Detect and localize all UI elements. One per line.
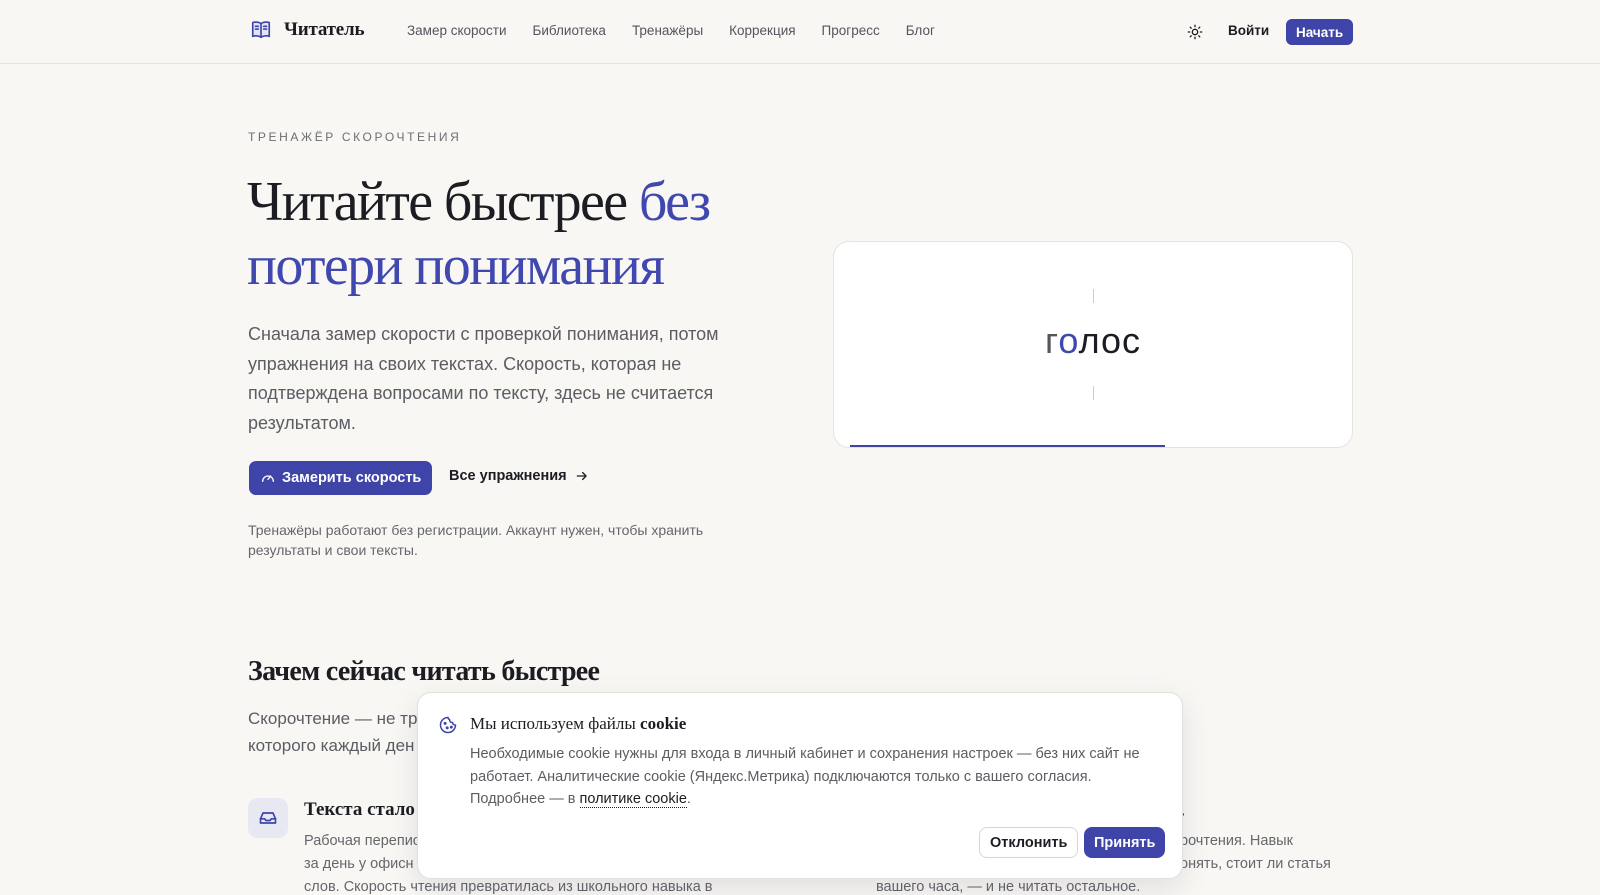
hero-lead: Сначала замер скорости с проверкой поним… (248, 324, 719, 433)
rsvp-word-post: лос (1078, 320, 1141, 361)
nav-correction[interactable]: Коррекция (729, 23, 795, 38)
rsvp-progress-fill (850, 445, 1165, 447)
focus-tick-bottom (1093, 386, 1094, 400)
book-icon (251, 21, 271, 39)
inbox-icon (259, 812, 277, 824)
nav-speed-test[interactable]: Замер скорости (407, 23, 507, 38)
focus-tick-top (1093, 289, 1094, 303)
accept-cookies-button[interactable]: Принять (1084, 827, 1166, 858)
rsvp-word-focus: о (1058, 320, 1079, 361)
measure-speed-button[interactable]: Замерить скорость (249, 461, 433, 495)
rsvp-word: голос (834, 320, 1352, 362)
start-button[interactable]: Начать (1286, 19, 1354, 45)
feature-text-line-2: за день у офисн (304, 856, 414, 872)
rsvp-reader-demo: голос (833, 241, 1353, 448)
logo[interactable]: Читатель (250, 19, 365, 41)
cookie-title-bold: cookie (640, 714, 687, 733)
rsvp-progress-bar (850, 445, 1338, 447)
site-header: Читатель Замер скорости Библиотека Трена… (0, 0, 1600, 64)
why-lead-line-2: которого каждый ден (248, 736, 415, 755)
arrow-right-icon (576, 471, 587, 481)
why-section-title: Зачем сейчас читать быстрее (248, 656, 600, 687)
cookie-text-end: . (686, 791, 691, 807)
why-lead-line-1: Скорочтение — не тр (248, 709, 418, 728)
cookie-icon (439, 716, 457, 734)
cookie-policy-link[interactable]: политике cookie (579, 791, 687, 808)
main-nav: Замер скорости Библиотека Тренажёры Корр… (407, 23, 935, 38)
sun-icon (1187, 24, 1203, 40)
logo-text: Читатель (284, 19, 365, 40)
all-exercises-link[interactable]: Все упражнения (449, 468, 589, 484)
feature-icon-box (248, 798, 288, 838)
decline-cookies-button[interactable]: Отклонить (979, 827, 1079, 858)
cookie-title: Мы используем файлы cookie (470, 714, 686, 734)
all-exercises-label: Все упражнения (449, 468, 567, 484)
cookie-banner: Мы используем файлы cookie Необходимые c… (417, 692, 1183, 879)
hero-title: Читайте быстрее без потери понимания (247, 170, 767, 298)
cookie-text-body: Необходимые cookie нужны для входа в лич… (470, 746, 1140, 807)
hero-eyebrow: ТРЕНАЖЁР СКОРОЧТЕНИЯ (248, 130, 462, 144)
hero-title-plain: Читайте быстрее (247, 171, 639, 233)
measure-speed-label: Замерить скорость (282, 470, 422, 486)
nav-blog[interactable]: Блог (906, 23, 935, 38)
theme-toggle-button[interactable] (1185, 22, 1205, 42)
nav-progress[interactable]: Прогресс (822, 23, 880, 38)
gauge-icon (262, 475, 274, 482)
cookie-text: Необходимые cookie нужны для входа в лич… (470, 743, 1170, 811)
nav-trainers[interactable]: Тренажёры (632, 23, 703, 38)
feature-text-line-1: Рабочая перепис (304, 833, 421, 849)
feature-text-line-3: слов. Скорость чтения превратилась из шк… (304, 879, 713, 895)
hero-note: Тренажёры работают без регистрации. Акка… (248, 522, 704, 558)
nav-library[interactable]: Библиотека (533, 23, 606, 38)
login-link[interactable]: Войти (1228, 23, 1269, 38)
rsvp-word-pre: г (1044, 320, 1059, 361)
cookie-title-plain: Мы используем файлы (470, 714, 641, 733)
